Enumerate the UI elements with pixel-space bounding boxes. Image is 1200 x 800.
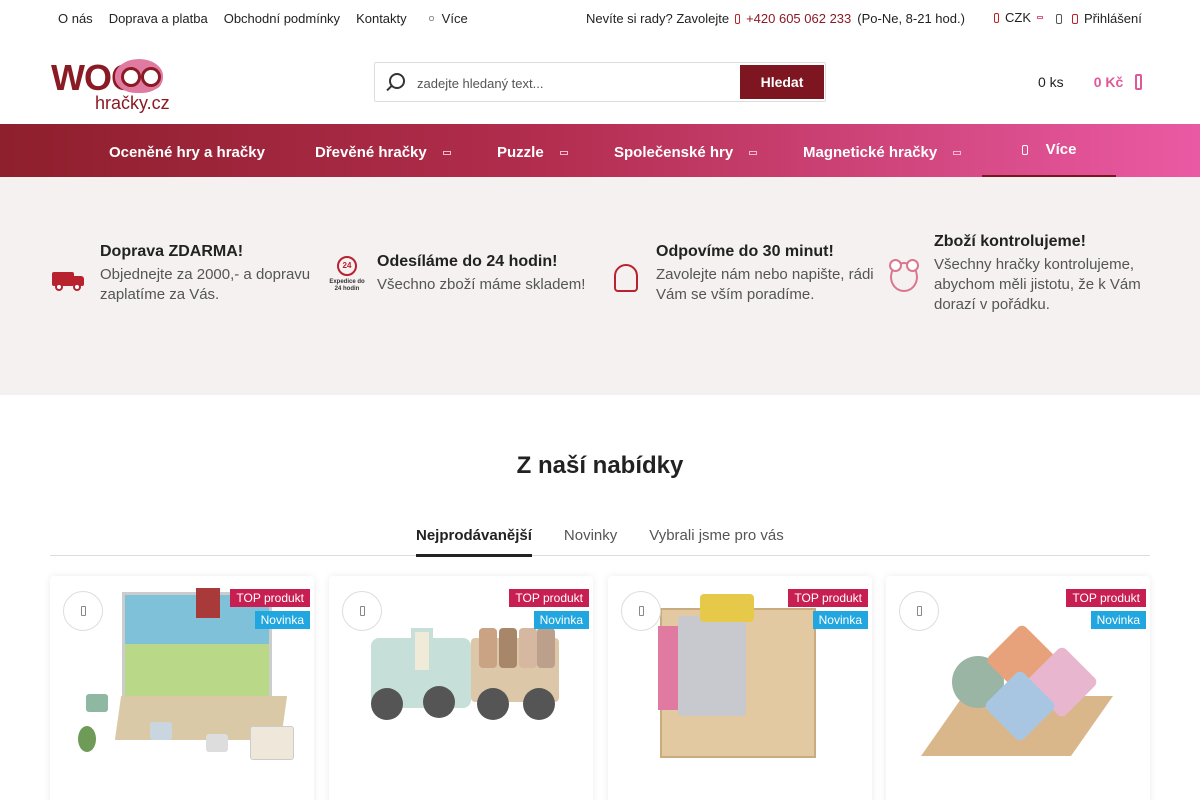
- currency-icon: [994, 12, 999, 23]
- flag-new: Novinka: [1090, 611, 1146, 629]
- nav-item-board-games[interactable]: Společenské hry: [614, 144, 758, 161]
- currency-value: CZK: [1005, 10, 1031, 25]
- flag-top-product: TOP produkt: [230, 589, 310, 607]
- search-icon: [389, 73, 405, 89]
- search-bar: Hledat: [374, 62, 826, 102]
- flag-top-product: TOP produkt: [1066, 589, 1146, 607]
- benefit-title: Doprava ZDARMA!: [100, 243, 244, 260]
- chevron-down-icon: [749, 150, 758, 155]
- nav-more[interactable]: Více: [982, 124, 1116, 177]
- flag-top-product: TOP produkt: [509, 589, 589, 607]
- benefit-title: Zboží kontrolujeme!: [934, 233, 1086, 250]
- nav-item-awarded[interactable]: Oceněné hry a hračky: [109, 144, 265, 161]
- phone-link[interactable]: +420 605 062 233: [746, 11, 851, 26]
- nav-item-label: Dřevěné hračky: [315, 144, 427, 161]
- login-icon: [1072, 13, 1078, 24]
- heart-icon: [80, 606, 86, 616]
- user-icon[interactable]: [1056, 13, 1062, 24]
- truck-icon: [52, 262, 88, 298]
- nav-item-magnetic[interactable]: Magnetické hračky: [803, 144, 962, 161]
- product-card[interactable]: TOP produkt Novinka: [608, 576, 872, 800]
- tab-new[interactable]: Novinky: [564, 527, 617, 557]
- benefit-24h-shipping: 24 Expedice do 24 hodin Odesíláme do 24 …: [329, 252, 599, 295]
- expedition-24h-number: 24: [337, 256, 357, 276]
- flag-new: Novinka: [812, 611, 868, 629]
- chevron-down-icon: [559, 150, 568, 155]
- account-area: Přihlášení: [1056, 11, 1142, 26]
- login-link[interactable]: Přihlášení: [1084, 11, 1142, 26]
- nav-item-label: Oceněné hry a hračky: [109, 144, 265, 161]
- top-bar: O nás Doprava a platba Obchodní podmínky…: [0, 0, 1200, 38]
- benefit-title: Odpovíme do 30 minut!: [656, 243, 834, 260]
- nav-item-wooden[interactable]: Dřevěné hračky: [315, 144, 451, 161]
- product-card[interactable]: TOP produkt Novinka: [329, 576, 593, 800]
- top-links: O nás Doprava a platba Obchodní podmínky…: [58, 11, 468, 26]
- cart-summary[interactable]: 0 ks 0 Kč: [1038, 74, 1143, 90]
- flag-top-product: TOP produkt: [788, 589, 868, 607]
- nav-item-label: Puzzle: [497, 144, 544, 161]
- cart-price: 0 Kč: [1093, 74, 1124, 90]
- benefits-strip: Doprava ZDARMA! Objednejte za 2000,- a d…: [0, 177, 1200, 395]
- main-nav: Oceněné hry a hračky Dřevěné hračky Puzz…: [0, 124, 1200, 177]
- product-card[interactable]: TOP produkt Novinka: [886, 576, 1150, 800]
- favorite-button[interactable]: [621, 591, 661, 631]
- shopping-bag-icon: [1135, 74, 1143, 90]
- flag-new: Novinka: [254, 611, 310, 629]
- benefit-quality-check: Zboží kontrolujeme! Všechny hračky kontr…: [886, 232, 1166, 315]
- currency-selector[interactable]: CZK: [994, 10, 1043, 25]
- heart-icon: [638, 606, 644, 616]
- nav-item-label: Společenské hry: [614, 144, 734, 161]
- expedition-24h-icon: 24 Expedice do 24 hodin: [329, 256, 365, 292]
- help-text: Nevíte si rady? Zavolejte: [586, 11, 730, 26]
- top-more-label: Více: [441, 11, 468, 26]
- benefit-title: Odesíláme do 24 hodin!: [377, 253, 558, 270]
- benefit-free-shipping: Doprava ZDARMA! Objednejte za 2000,- a d…: [52, 242, 322, 305]
- search-button[interactable]: Hledat: [740, 65, 824, 99]
- tab-bestsellers[interactable]: Nejprodávanější: [416, 527, 532, 557]
- chevron-down-icon: [1037, 16, 1043, 19]
- benefit-text: Všechno zboží máme skladem!: [377, 276, 586, 293]
- tab-picked-for-you[interactable]: Vybrali jsme pro vás: [649, 527, 784, 557]
- flag-new: Novinka: [533, 611, 589, 629]
- benefit-text: Objednejte za 2000,- a dopravu zaplatíme…: [100, 266, 311, 303]
- chevron-down-icon: [442, 150, 451, 155]
- heart-icon: [916, 606, 922, 616]
- benefit-fast-response: Odpovíme do 30 minut! Zavolejte nám nebo…: [608, 242, 878, 305]
- section-title: Z naší nabídky: [516, 452, 684, 479]
- nav-item-label: Magnetické hračky: [803, 144, 938, 161]
- expedition-caption: Expedice do 24 hodin: [329, 279, 365, 292]
- menu-icon: [1021, 144, 1028, 155]
- site-logo[interactable]: WOOD hračky.cz: [51, 53, 171, 115]
- chevron-down-icon: [953, 150, 962, 155]
- phone-icon: [735, 13, 741, 24]
- teddy-bear-icon: [886, 259, 922, 296]
- product-tabs: Nejprodávanější Novinky Vybrali jsme pro…: [416, 527, 784, 557]
- favorite-button[interactable]: [342, 591, 382, 631]
- search-input[interactable]: [417, 73, 717, 93]
- headset-icon: [608, 262, 644, 298]
- top-link-shipping[interactable]: Doprava a platba: [109, 11, 208, 26]
- top-link-contacts[interactable]: Kontakty: [356, 11, 407, 26]
- benefit-text: Zavolejte nám nebo napište, rádi Vám se …: [656, 266, 874, 303]
- help-contact: Nevíte si rady? Zavolejte +420 605 062 2…: [586, 11, 965, 26]
- top-link-terms[interactable]: Obchodní podmínky: [224, 11, 340, 26]
- top-link-about[interactable]: O nás: [58, 11, 93, 26]
- product-card[interactable]: TOP produkt Novinka: [50, 576, 314, 800]
- cart-quantity: 0 ks: [1038, 74, 1064, 90]
- favorite-button[interactable]: [899, 591, 939, 631]
- heart-icon: [359, 606, 365, 616]
- logo-sub-text: hračky.cz: [95, 93, 170, 113]
- nav-item-puzzle[interactable]: Puzzle: [497, 144, 568, 161]
- owl-icon: [115, 59, 163, 93]
- more-icon: [428, 16, 434, 21]
- top-more-menu[interactable]: Více: [428, 11, 468, 26]
- phone-hours: (Po-Ne, 8-21 hod.): [857, 11, 965, 26]
- favorite-button[interactable]: [63, 591, 103, 631]
- nav-more-label: Více: [1045, 141, 1077, 158]
- benefit-text: Všechny hračky kontrolujeme, abychom měl…: [934, 256, 1141, 313]
